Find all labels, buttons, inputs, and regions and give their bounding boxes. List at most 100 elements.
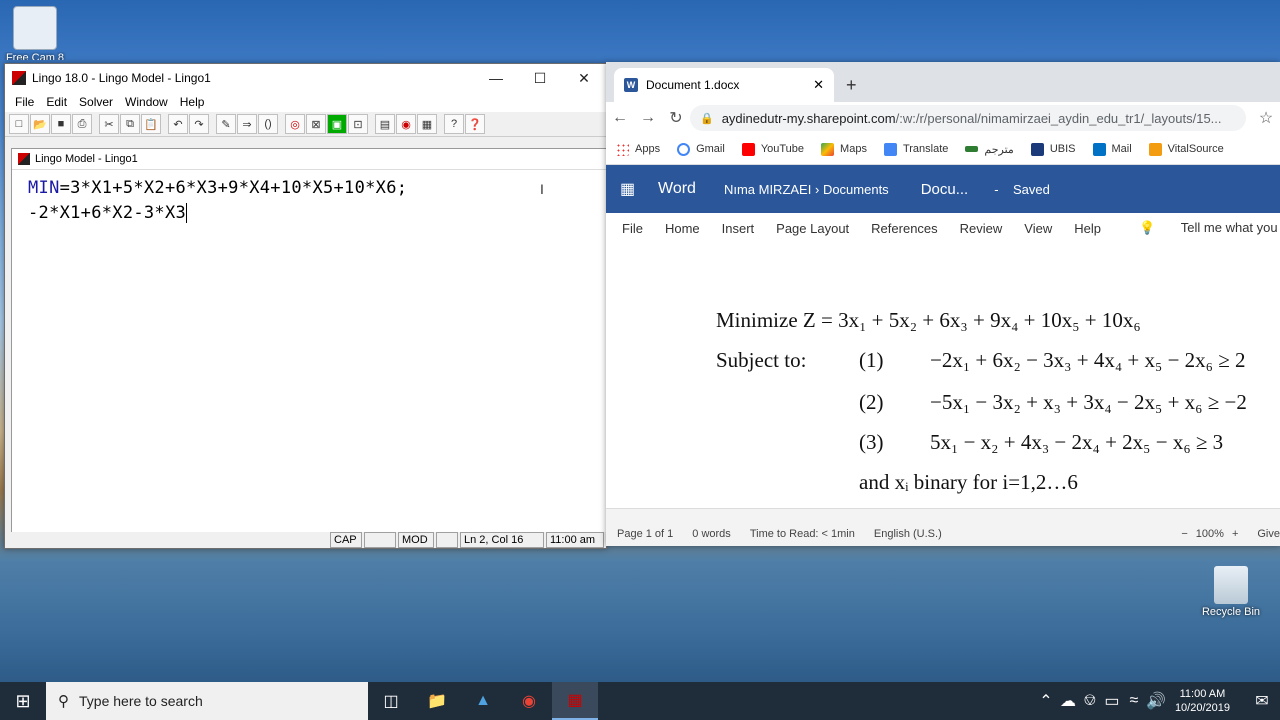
volume-icon[interactable]: 🔊 xyxy=(1145,682,1167,720)
breadcrumb-folder[interactable]: Documents xyxy=(823,182,889,197)
ribbon-tab-insert[interactable]: Insert xyxy=(722,221,755,236)
new-file-icon[interactable]: □ xyxy=(9,114,29,134)
matrix-picture-icon[interactable]: ▣ xyxy=(327,114,347,134)
model-titlebar[interactable]: Lingo Model - Lingo1 xyxy=(12,149,606,170)
help-icon[interactable]: ? xyxy=(444,114,464,134)
redo-icon[interactable]: ↷ xyxy=(189,114,209,134)
windows-start-icon[interactable]: ⊞ xyxy=(0,691,46,712)
objective-expression: =3*X1+5*X2+6*X3+9*X4+10*X5+10*X6; xyxy=(59,178,408,198)
bookmark-mail[interactable]: Mail xyxy=(1092,142,1132,156)
breadcrumb-user[interactable]: Nıma MIRZAEI xyxy=(724,182,811,197)
desktop-icon-recycle-bin[interactable]: Recycle Bin xyxy=(1196,566,1266,618)
bookmark-label: Apps xyxy=(635,143,661,155)
microphone-icon[interactable]: ⎊ xyxy=(1079,682,1101,720)
back-icon[interactable]: ← xyxy=(606,109,634,127)
wifi-icon[interactable]: ≈ xyxy=(1123,682,1145,720)
options-icon[interactable]: ⊡ xyxy=(348,114,368,134)
ribbon-tab-view[interactable]: View xyxy=(1024,221,1052,236)
bookmark-youtube[interactable]: YouTube xyxy=(741,142,804,156)
url-host: aydinedutr-my.sharepoint.com xyxy=(721,110,896,126)
apps-grid-icon xyxy=(616,142,629,156)
tab-close-icon[interactable]: ✕ xyxy=(813,77,824,93)
app-launcher-icon[interactable]: ▦ xyxy=(620,179,636,199)
bookmark-vitalsource[interactable]: VitalSource xyxy=(1148,142,1224,156)
solve-icon[interactable]: ◎ xyxy=(285,114,305,134)
chrome-icon[interactable]: ◉ xyxy=(506,682,552,720)
constraint-expression: -2*X1+6*X2-3*X3 xyxy=(28,203,187,223)
vitalsource-icon xyxy=(1148,142,1162,156)
show-hidden-icons-icon[interactable]: ⌃ xyxy=(1035,682,1057,720)
file-explorer-icon[interactable]: 📁 xyxy=(414,682,460,720)
ribbon-tab-review[interactable]: Review xyxy=(960,221,1003,236)
url-field[interactable]: 🔒 aydinedutr-my.sharepoint.com /:w:/r/pe… xyxy=(690,105,1246,131)
task-view-icon[interactable]: ◫ xyxy=(368,682,414,720)
store-icon[interactable]: ▲ xyxy=(460,682,506,720)
undo-icon[interactable]: ↶ xyxy=(168,114,188,134)
lingo-titlebar[interactable]: Lingo 18.0 - Lingo Model - Lingo1 — ☐ ✕ xyxy=(5,64,606,92)
zoom-in-icon[interactable]: + xyxy=(1232,528,1238,540)
context-help-icon[interactable]: ❓ xyxy=(465,114,485,134)
document-name[interactable]: Docu... xyxy=(921,181,969,198)
bookmark-motarjem[interactable]: مترجم xyxy=(965,143,1014,156)
ribbon-tab-file[interactable]: File xyxy=(622,221,643,236)
bookmark-gmail[interactable]: Gmail xyxy=(677,142,725,156)
onedrive-cloud-icon[interactable]: ☁ xyxy=(1057,682,1079,720)
tile-icon[interactable]: ▦ xyxy=(417,114,437,134)
horizontal-scrollbar[interactable] xyxy=(606,508,1280,523)
tell-me-search[interactable]: 💡 Tell me what you xyxy=(1123,220,1280,236)
bookmark-translate[interactable]: Translate xyxy=(883,142,948,156)
menu-edit[interactable]: Edit xyxy=(40,95,73,109)
minimize-button[interactable]: — xyxy=(474,64,518,92)
menu-help[interactable]: Help xyxy=(174,95,211,109)
give-feedback[interactable]: Give xyxy=(1257,528,1280,540)
browser-tab[interactable]: W Document 1.docx ✕ xyxy=(614,68,834,102)
find-icon[interactable]: ✎ xyxy=(216,114,236,134)
maximize-button[interactable]: ☐ xyxy=(518,64,562,92)
zoom-out-icon[interactable]: − xyxy=(1181,528,1187,540)
cut-icon[interactable]: ✂ xyxy=(99,114,119,134)
close-button[interactable]: ✕ xyxy=(562,64,606,92)
menu-file[interactable]: File xyxy=(9,95,40,109)
print-icon[interactable]: ⎙ xyxy=(72,114,92,134)
taskbar-clock[interactable]: 11:00 AM 10/20/2019 xyxy=(1175,687,1230,715)
taskbar-search-box[interactable]: ⚲ Type here to search xyxy=(46,682,368,720)
text-caret xyxy=(186,203,188,223)
constraint-1: −2x₁ + 6x₂ − 3x₃ + 4x₄ + x₅ − 2x₆ ≥ 2 xyxy=(930,348,1246,372)
send-to-back-icon[interactable]: ▤ xyxy=(375,114,395,134)
word-brand[interactable]: Word xyxy=(658,180,696,198)
copy-icon[interactable]: ⧉ xyxy=(120,114,140,134)
lightbulb-icon: 💡 xyxy=(1138,220,1156,235)
notifications-icon[interactable]: ✉ xyxy=(1244,682,1280,720)
status-language[interactable]: English (U.S.) xyxy=(874,528,942,540)
ribbon-tab-references[interactable]: References xyxy=(871,221,937,236)
open-folder-icon[interactable]: 📂 xyxy=(30,114,50,134)
paste-icon[interactable]: 📋 xyxy=(141,114,161,134)
new-tab-icon[interactable]: + xyxy=(846,75,857,96)
desktop-icon-free-cam[interactable]: Free Cam 8 xyxy=(0,6,70,60)
forward-icon[interactable]: → xyxy=(634,109,662,127)
go-to-line-icon[interactable]: ⇒ xyxy=(237,114,257,134)
menu-window[interactable]: Window xyxy=(119,95,174,109)
document-page[interactable]: Minimize Z = 3x₁ + 5x₂ + 6x₃ + 9x₄ + 10x… xyxy=(606,240,1280,508)
bookmark-maps[interactable]: Maps xyxy=(821,142,867,156)
status-mod: MOD xyxy=(398,532,434,548)
word-favicon-icon: W xyxy=(624,78,638,92)
ribbon-tab-home[interactable]: Home xyxy=(665,221,700,236)
bookmark-ubis[interactable]: UBIS xyxy=(1030,142,1076,156)
save-icon[interactable]: ■ xyxy=(51,114,71,134)
model-editor[interactable]: MIN=3*X1+5*X2+6*X3+9*X4+10*X5+10*X6; -2*… xyxy=(12,170,606,226)
ribbon-tab-help[interactable]: Help xyxy=(1074,221,1101,236)
bookmark-star-icon[interactable]: ☆ xyxy=(1252,108,1280,128)
lingo-taskbar-icon[interactable]: ▦ xyxy=(552,682,598,720)
bookmark-apps[interactable]: Apps xyxy=(616,142,661,156)
constraint-2-number: (2) xyxy=(859,390,884,414)
match-parenthesis-icon[interactable]: () xyxy=(258,114,278,134)
ribbon-tab-page-layout[interactable]: Page Layout xyxy=(776,221,849,236)
lingo-statusbar: CAP MOD Ln 2, Col 16 11:00 am xyxy=(5,532,606,548)
solution-icon[interactable]: ⊠ xyxy=(306,114,326,134)
battery-icon[interactable]: ▭ xyxy=(1101,682,1123,720)
objective-function: Minimize Z = 3x₁ + 5x₂ + 6x₃ + 9x₄ + 10x… xyxy=(716,308,1141,332)
reload-icon[interactable]: ↻ xyxy=(662,108,690,128)
close-all-icon[interactable]: ◉ xyxy=(396,114,416,134)
menu-solver[interactable]: Solver xyxy=(73,95,119,109)
